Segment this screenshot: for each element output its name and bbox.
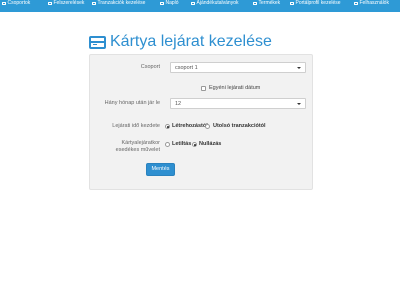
group-select-value: csoport 1 xyxy=(175,65,198,71)
card-chip xyxy=(93,43,97,45)
card-stripe xyxy=(91,40,104,43)
nav-item-transactions[interactable]: Tranzakciók kezelése xyxy=(92,0,145,6)
nav-item-equipment[interactable]: Felszerelések xyxy=(48,0,84,6)
nav-item-label: Felszerelések xyxy=(53,0,85,6)
action-label-line1: Kártyalejáratkor xyxy=(121,140,160,146)
nav-item-groups[interactable]: Csoportok xyxy=(2,0,30,6)
chevron-down-icon xyxy=(297,103,301,105)
start-radio-last-transaction[interactable] xyxy=(205,124,210,129)
nav-item-label: Napló xyxy=(165,0,179,6)
credit-card-icon xyxy=(89,35,106,49)
start-option-creation: Létrehozástól xyxy=(172,123,208,129)
nav-item-portal-profile[interactable]: Portálprofil kezelése xyxy=(290,0,341,6)
form-panel xyxy=(89,54,313,190)
transactions-icon xyxy=(92,1,96,5)
page-title: Kártya lejárat kezelése xyxy=(110,33,272,50)
gift-icon xyxy=(191,1,195,5)
action-option-disable: Letiltás xyxy=(172,141,192,147)
action-label-line2: esedékes művelet xyxy=(115,147,160,153)
chevron-down-icon xyxy=(297,67,301,69)
users-icon xyxy=(2,1,6,5)
action-radio-reset[interactable] xyxy=(192,142,197,147)
group-select[interactable]: csoport 1 xyxy=(170,62,306,73)
nav-item-gift-vouchers[interactable]: Ajándékutalványok xyxy=(191,0,238,6)
months-label: Hány hónap után jár le xyxy=(104,100,160,106)
products-icon xyxy=(253,1,257,5)
nav-item-users[interactable]: Felhasználók xyxy=(354,0,389,6)
months-select-value: 12 xyxy=(175,101,182,107)
custom-date-checkbox[interactable] xyxy=(201,86,206,91)
nav-item-label: Felhasználók xyxy=(359,0,389,6)
nav-item-label: Ajándékutalványok xyxy=(196,0,239,6)
nav-item-label: Tranzakciók kezelése xyxy=(97,0,146,6)
top-navigation-bar: Csoportok Felszerelések Tranzakciók keze… xyxy=(0,0,400,12)
start-radio-creation[interactable] xyxy=(165,124,170,129)
gear-icon xyxy=(48,1,52,5)
log-icon xyxy=(160,1,164,5)
nav-item-label: Csoportok xyxy=(7,0,31,6)
action-option-reset: Nullázás xyxy=(199,141,222,147)
group-label: Csoport xyxy=(140,64,160,70)
start-label: Lejárati idő kezdete xyxy=(112,123,160,129)
save-button[interactable]: Mentés xyxy=(146,163,175,176)
page-header: Kártya lejárat kezelése xyxy=(89,32,272,52)
portal-icon xyxy=(290,1,294,5)
nav-item-log[interactable]: Napló xyxy=(160,0,179,6)
nav-item-label: Portálprofil kezelése xyxy=(295,0,341,6)
months-select[interactable]: 12 xyxy=(170,98,306,109)
nav-item-label: Termékek xyxy=(258,0,281,6)
custom-date-label: Egyéni lejárati dátum xyxy=(209,85,261,91)
action-radio-disable[interactable] xyxy=(165,142,170,147)
user-icon xyxy=(354,1,358,5)
start-option-last-transaction: Utolsó tranzakciótól xyxy=(213,123,266,129)
nav-item-products[interactable]: Termékek xyxy=(253,0,280,6)
